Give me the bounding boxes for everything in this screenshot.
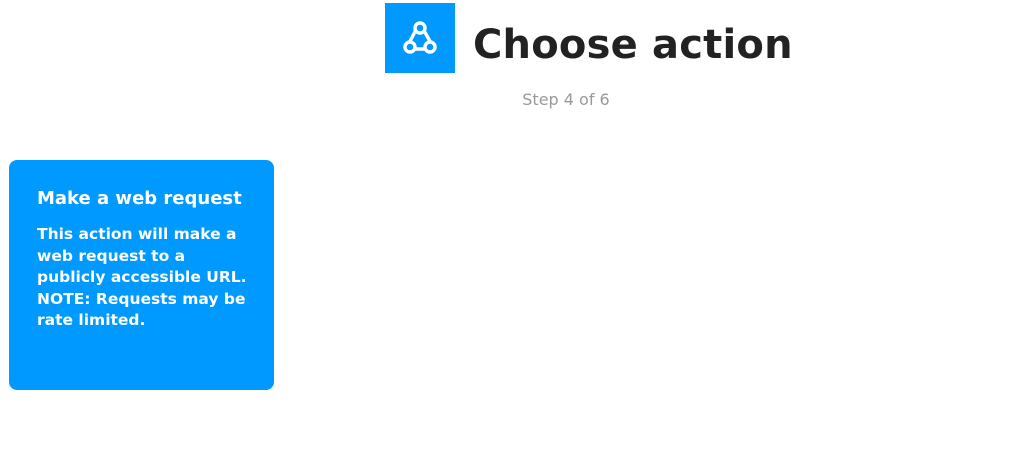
choose-action-page: Choose action Step 4 of 6 Make a web req… [0, 0, 1024, 464]
action-card-title: Make a web request [37, 188, 242, 209]
page-title: Choose action [473, 22, 793, 68]
webhooks-icon [403, 21, 437, 54]
step-indicator: Step 4 of 6 [522, 90, 610, 109]
webhooks-service-logo [385, 3, 455, 73]
action-card-description: This action will make a web request to a… [37, 225, 247, 329]
make-web-request-action-card[interactable]: Make a web request This action will make… [9, 160, 274, 390]
